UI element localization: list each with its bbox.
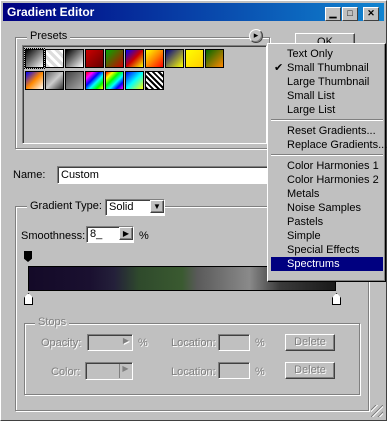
window-title: Gradient Editor: [7, 5, 95, 19]
name-input[interactable]: Custom: [57, 166, 269, 184]
menu-item-label: Reset Gradients...: [287, 125, 376, 137]
menu-item-label: Simple: [287, 230, 321, 242]
color-location-input[interactable]: [218, 362, 250, 379]
preset-swatch[interactable]: [185, 49, 204, 68]
menu-separator: [271, 154, 383, 156]
stops-label: Stops: [35, 316, 70, 328]
minimize-button[interactable]: ▁: [325, 7, 341, 21]
menu-item-label: Special Effects: [287, 244, 360, 256]
opacity-input[interactable]: ▶: [87, 334, 133, 351]
menu-item[interactable]: Text Only: [271, 47, 383, 61]
preset-swatch[interactable]: [85, 49, 104, 68]
color-swatch-input[interactable]: ▶: [85, 362, 133, 380]
opacity-label: Opacity:: [41, 337, 82, 349]
opacity-location-percent: %: [255, 337, 265, 349]
menu-item-label: Color Harmonies 2: [287, 174, 379, 186]
presets-label: Presets: [27, 30, 71, 42]
menu-item[interactable]: Special Effects: [271, 243, 383, 257]
menu-item-label: Text Only: [287, 48, 333, 60]
menu-item[interactable]: Color Harmonies 2: [271, 173, 383, 187]
preset-swatch[interactable]: [45, 49, 64, 68]
resize-grip-icon[interactable]: [371, 405, 383, 417]
menu-item-label: Metals: [287, 188, 320, 200]
opacity-delete-button[interactable]: Delete: [285, 334, 335, 351]
preset-swatch[interactable]: [145, 71, 164, 90]
name-value: Custom: [61, 169, 99, 181]
smoothness-percent: %: [139, 230, 149, 242]
menu-item-label: Spectrums: [287, 258, 340, 270]
preset-swatch[interactable]: [125, 49, 144, 68]
smoothness-label: Smoothness:: [21, 230, 86, 242]
opacity-location-input[interactable]: [218, 334, 250, 351]
preset-swatch[interactable]: [145, 49, 164, 68]
menu-item-label: Replace Gradients...: [287, 139, 387, 151]
chevron-down-icon[interactable]: ▼: [150, 200, 164, 213]
menu-item[interactable]: Large List: [271, 103, 383, 117]
menu-separator: [271, 119, 383, 121]
menu-item-label: Large List: [287, 104, 336, 116]
close-button[interactable]: ✕: [363, 7, 379, 21]
menu-item[interactable]: Pastels: [271, 215, 383, 229]
preset-swatch[interactable]: [105, 49, 124, 68]
menu-item-label: Color Harmonies 1: [287, 160, 379, 172]
menu-item-label: Small List: [287, 90, 335, 102]
preset-swatch[interactable]: [105, 71, 124, 90]
menu-item[interactable]: Spectrums: [271, 257, 383, 271]
preset-swatch[interactable]: [45, 71, 64, 90]
menu-item[interactable]: Metals: [271, 187, 383, 201]
gradient-type-select[interactable]: Solid ▼: [105, 199, 165, 216]
menu-item[interactable]: Replace Gradients...: [271, 138, 387, 152]
color-delete-button[interactable]: Delete: [285, 362, 335, 379]
menu-item[interactable]: Reset Gradients...: [271, 124, 383, 138]
menu-item[interactable]: Large Thumbnail: [271, 75, 383, 89]
preset-swatch[interactable]: [125, 71, 144, 90]
preset-swatch[interactable]: [165, 49, 184, 68]
menu-item[interactable]: Noise Samples: [271, 201, 383, 215]
presets-menu-button[interactable]: ▸: [249, 29, 263, 43]
title-bar[interactable]: Gradient Editor ▁ □ ✕: [3, 3, 384, 21]
opacity-percent: %: [138, 337, 148, 349]
preset-swatch[interactable]: [65, 49, 84, 68]
opacity-arrow-icon: ▶: [122, 336, 129, 345]
menu-item[interactable]: Simple: [271, 229, 383, 243]
gradient-editor-window: Gradient Editor ▁ □ ✕ Presets ▸ OK Name:…: [0, 0, 387, 421]
preset-swatch[interactable]: [25, 71, 44, 90]
gradient-type-label: Gradient Type:: [27, 200, 105, 212]
menu-item[interactable]: ✔ Small Thumbnail: [271, 61, 383, 75]
smoothness-value: 8_: [90, 228, 103, 240]
presets-context-menu: Text Only ✔ Small Thumbnail Large Thumbnail…: [267, 43, 387, 282]
menu-item-label: Noise Samples: [287, 202, 361, 214]
menu-item[interactable]: Color Harmonies 1: [271, 159, 383, 173]
menu-item-label: Small Thumbnail: [287, 62, 369, 74]
preset-swatch[interactable]: [24, 48, 45, 69]
opacity-location-label: Location:: [171, 337, 216, 349]
color-label: Color:: [51, 366, 81, 378]
preset-swatch[interactable]: [85, 71, 104, 90]
smoothness-input[interactable]: 8_ ▶: [86, 226, 134, 243]
menu-item[interactable]: Small List: [271, 89, 383, 103]
preset-swatch[interactable]: [65, 71, 84, 90]
color-location-percent: %: [255, 366, 265, 378]
color-location-label: Location:: [171, 366, 216, 378]
menu-item-label: Pastels: [287, 216, 324, 228]
preset-swatch[interactable]: [205, 49, 224, 68]
smoothness-slider-arrow-icon[interactable]: ▶: [119, 227, 133, 240]
color-arrow-icon: ▶: [119, 364, 131, 378]
gradient-type-value: Solid: [109, 201, 134, 213]
checkmark-icon: ✔: [274, 62, 284, 74]
menu-item-label: Large Thumbnail: [287, 76, 370, 88]
maximize-button[interactable]: □: [342, 7, 358, 21]
name-label: Name:: [13, 169, 46, 181]
